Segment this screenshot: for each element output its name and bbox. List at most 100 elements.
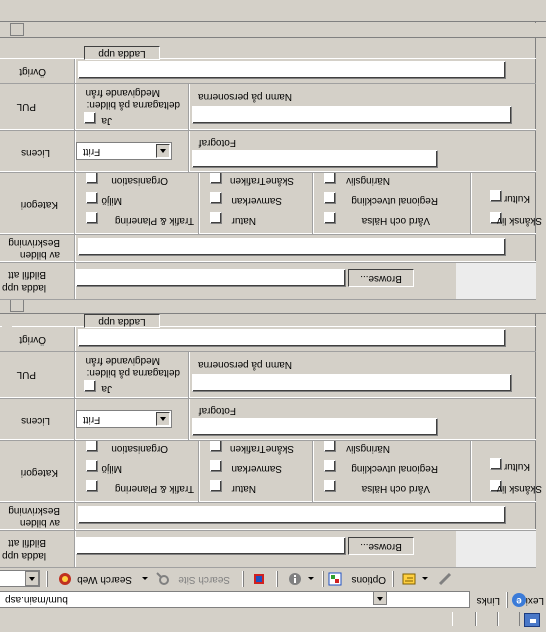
toolbar-search-dropdown[interactable] (25, 571, 39, 586)
category-checkbox[interactable] (210, 212, 222, 224)
category-label-heading: Kategori (20, 467, 58, 478)
names-label: Namn på personerna (198, 359, 292, 370)
category-checkbox[interactable] (210, 460, 222, 472)
category-label: SkåneTrafiken (229, 443, 294, 454)
category-label: Skånsk liv (496, 483, 542, 494)
photographer-label: Fotograf (198, 405, 236, 416)
info-icon[interactable] (288, 572, 302, 586)
category-row: Skånsk liv Kultur Vård och Hälsa Regiona… (0, 171, 542, 235)
consent-yes-label: Ja (101, 115, 112, 126)
description-label-line2: Beskrivning (8, 237, 60, 248)
category-checkbox[interactable] (210, 440, 222, 452)
category-label: Kultur (503, 461, 530, 472)
category-checkbox[interactable] (86, 440, 98, 452)
category-label: Trafik & Planering (114, 215, 194, 226)
browse-button[interactable]: Browse... (348, 269, 414, 287)
category-checkbox[interactable] (490, 458, 502, 470)
address-dropdown-button[interactable] (373, 591, 387, 605)
chevron-down-icon[interactable] (156, 412, 170, 426)
category-checkbox[interactable] (86, 212, 98, 224)
category-label: Miljö (101, 195, 122, 206)
links-label[interactable]: Links (477, 595, 500, 606)
consent-checkbox[interactable] (84, 112, 96, 124)
category-label: Regional utveckling (351, 463, 438, 474)
category-checkbox[interactable] (324, 212, 336, 224)
block-divider (0, 298, 546, 314)
upload-form-block: Browse... ladda upp Bildfil att av bilde… (0, 82, 546, 300)
other-row: Övrigt (0, 326, 536, 352)
file-input[interactable] (76, 537, 346, 555)
category-checkbox[interactable] (210, 480, 222, 492)
upload-row: Browse... ladda upp Bildfil att (0, 529, 536, 568)
address-text: bum/main.asp (5, 594, 68, 605)
license-label: Licens (21, 147, 50, 158)
consent-label-line2: deltagarna på bilden: (86, 367, 180, 378)
network-icon (524, 613, 540, 627)
category-label: Natur (231, 483, 256, 494)
search-site-button[interactable]: Search Site (178, 571, 230, 587)
upload-form-block: Browse... ladda upp Bildfil att av bilde… (0, 350, 546, 568)
file-input[interactable] (76, 269, 346, 287)
notes-icon[interactable] (402, 572, 416, 586)
category-label: Trafik & Planering (114, 483, 194, 494)
category-checkbox[interactable] (210, 172, 222, 184)
address-input[interactable]: bum/main.asp (0, 591, 470, 608)
category-label: Regional utveckling (351, 195, 438, 206)
category-checkbox[interactable] (86, 480, 98, 492)
other-section: Övrigt Ladda upp (0, 314, 546, 352)
photographer-input[interactable] (192, 418, 438, 436)
category-checkbox[interactable] (324, 460, 336, 472)
category-label: Skånsk liv (496, 215, 542, 226)
photographer-input[interactable] (192, 150, 438, 168)
scroll-left-arrow[interactable] (10, 23, 24, 36)
options-button[interactable]: Options (352, 571, 386, 587)
category-checkbox[interactable] (324, 480, 336, 492)
consent-checkbox[interactable] (84, 380, 96, 392)
pencil-icon[interactable] (438, 572, 452, 586)
chevron-down-icon[interactable] (156, 144, 170, 158)
upload-label-line2: Bildfil att (8, 269, 46, 280)
lexi-icon[interactable]: e (512, 593, 526, 607)
category-checkbox[interactable] (324, 192, 336, 204)
category-checkbox[interactable] (324, 440, 336, 452)
license-label: Licens (21, 415, 50, 426)
license-select[interactable]: Fritt (76, 142, 172, 160)
category-checkbox[interactable] (86, 192, 98, 204)
scroll-left-arrow[interactable] (10, 299, 24, 312)
category-checkbox[interactable] (86, 172, 98, 184)
search-web-button[interactable]: Search Web (77, 571, 132, 587)
names-input[interactable] (192, 374, 512, 392)
upload-submit-button[interactable]: Ladda upp (84, 314, 160, 328)
upload-submit-button[interactable]: Ladda upp (84, 46, 160, 60)
category-label: Natur (231, 215, 256, 226)
lexi-label[interactable]: Lexi (526, 595, 544, 606)
category-label: Organisation (111, 443, 168, 454)
browse-button[interactable]: Browse... (348, 537, 414, 555)
description-input[interactable] (78, 506, 506, 524)
consent-yes-label: Ja (101, 383, 112, 394)
description-label-line2: Beskrivning (8, 505, 60, 516)
category-checkbox[interactable] (490, 190, 502, 202)
category-checkbox[interactable] (86, 460, 98, 472)
license-select[interactable]: Fritt (76, 410, 172, 428)
options-icon (328, 572, 342, 586)
pul-row: Namn på personerna Ja deltagarna på bild… (0, 82, 536, 131)
category-label: Näringsliv (346, 443, 390, 454)
description-label-line1: av bilden (19, 249, 60, 260)
highlight-icon[interactable] (252, 572, 266, 586)
names-input[interactable] (192, 106, 512, 124)
consent-label-line1: Medgivande från (85, 87, 161, 98)
consent-label-line2: deltagarna på bilden: (86, 99, 180, 110)
other-input[interactable] (78, 329, 506, 347)
category-label: Vård och Hälsa (361, 215, 430, 226)
category-label: Näringsliv (346, 175, 390, 186)
category-checkbox[interactable] (324, 172, 336, 184)
description-input[interactable] (78, 238, 506, 256)
category-checkbox[interactable] (210, 192, 222, 204)
category-label: Vård och Hälsa (361, 483, 430, 494)
category-label: Samverkan (231, 463, 282, 474)
pul-label: PUL (16, 369, 36, 380)
upload-label-line1: ladda upp (2, 282, 46, 293)
other-input[interactable] (78, 61, 506, 79)
pul-label: PUL (16, 101, 36, 112)
